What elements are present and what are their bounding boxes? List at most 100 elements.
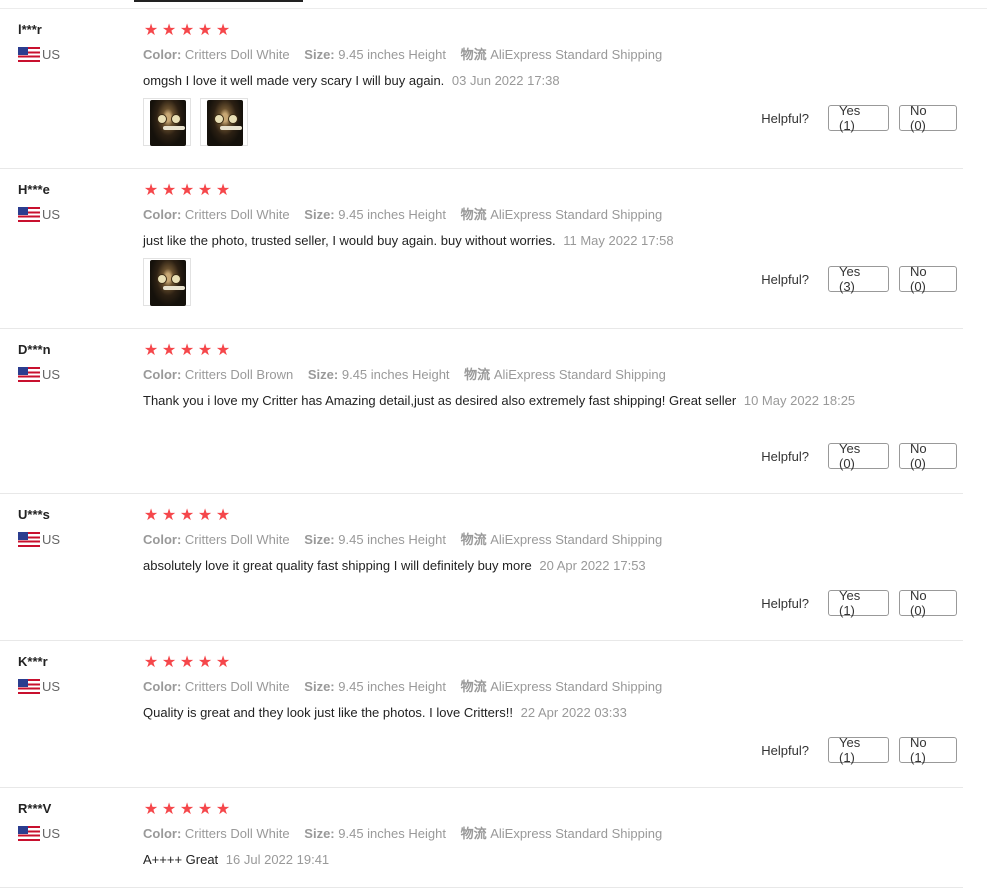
review-date: 22 Apr 2022 03:33 [520, 705, 627, 720]
color-label: Color: [143, 679, 182, 694]
star-rating: ★ ★ ★ ★ ★ [143, 23, 956, 39]
review-date: 03 Jun 2022 17:38 [451, 73, 560, 88]
reviewer-info: H***e US [18, 182, 60, 222]
review-content: ★ ★ ★ ★ ★ Color: Critters Doll White Size: 9… [143, 508, 956, 575]
country-code: US [42, 207, 61, 222]
rating-star-icon: ★ [215, 801, 231, 818]
size-value: 9.45 inches Height [338, 679, 446, 694]
helpful-label: Helpful? [761, 595, 809, 611]
review-text: Quality is great and they look just like… [143, 704, 863, 722]
color-value: Critters Doll White [184, 47, 290, 62]
color-label: Color: [143, 826, 182, 841]
size-label: Size: [307, 367, 339, 382]
review-list: l***r US ★ ★ ★ ★ ★ Color: Critters Doll Whit… [0, 9, 987, 888]
helpful-yes-button[interactable]: Yes (1) [828, 588, 889, 618]
reviewer-country: US [18, 207, 60, 222]
rating-star-icon: ★ [215, 22, 231, 39]
reviewer-name: D***n [18, 342, 51, 357]
helpful-no-button[interactable]: No (0) [899, 103, 957, 133]
rating-star-icon: ★ [143, 342, 159, 359]
rating-star-icon: ★ [179, 507, 195, 524]
color-label: Color: [143, 367, 182, 382]
review-photo-thumbnail[interactable] [143, 258, 191, 306]
star-rating: ★ ★ ★ ★ ★ [143, 508, 956, 524]
rating-star-icon: ★ [197, 507, 213, 524]
color-label: Color: [143, 207, 182, 222]
rating-star-icon: ★ [215, 507, 231, 524]
helpful-yes-button[interactable]: Yes (1) [828, 735, 889, 765]
size-label: Size: [304, 207, 335, 222]
rating-star-icon: ★ [215, 654, 231, 671]
review-photo-thumbnail[interactable] [200, 98, 248, 146]
helpful-no-button[interactable]: No (0) [899, 588, 957, 618]
review-photo-thumbnail[interactable] [143, 98, 191, 146]
star-rating: ★ ★ ★ ★ ★ [143, 343, 956, 359]
review-date: 16 Jul 2022 19:41 [225, 852, 330, 867]
critter-doll-image [207, 100, 243, 146]
reviewer-info: R***V US [18, 801, 60, 841]
review-body: just like the photo, trusted seller, I w… [143, 233, 556, 248]
reviewer-info: U***s US [18, 507, 60, 547]
size-value: 9.45 inches Height [338, 207, 446, 222]
us-flag-icon [18, 826, 40, 841]
review-date: 10 May 2022 18:25 [743, 393, 856, 408]
color-value: Critters Doll Brown [184, 367, 294, 382]
rating-star-icon: ★ [179, 801, 195, 818]
size-label: Size: [304, 826, 335, 841]
shipping-value: AliExpress Standard Shipping [493, 367, 666, 382]
color-label: Color: [143, 47, 182, 62]
review-item: H***e US ★ ★ ★ ★ ★ Color: Critters Doll Whit… [0, 169, 963, 329]
review-date: 20 Apr 2022 17:53 [539, 558, 646, 573]
review-body: absolutely love it great quality fast sh… [143, 558, 532, 573]
star-rating: ★ ★ ★ ★ ★ [143, 802, 956, 818]
size-value: 9.45 inches Height [338, 826, 446, 841]
color-value: Critters Doll White [184, 826, 290, 841]
size-value: 9.45 inches Height [341, 367, 450, 382]
product-attributes: Color: Critters Doll White Size: 9.45 in… [143, 679, 956, 695]
size-label: Size: [304, 532, 335, 547]
us-flag-icon [18, 679, 40, 694]
star-rating: ★ ★ ★ ★ ★ [143, 655, 956, 671]
color-value: Critters Doll White [184, 679, 290, 694]
country-code: US [42, 532, 61, 547]
helpful-no-button[interactable]: No (0) [899, 264, 957, 294]
feedback-row: Helpful? Yes (1) No (0) [761, 103, 957, 133]
shipping-value: AliExpress Standard Shipping [490, 532, 663, 547]
reviewer-country: US [18, 47, 60, 62]
reviewer-info: K***r US [18, 654, 60, 694]
review-body: Quality is great and they look just like… [143, 705, 513, 720]
helpful-yes-button[interactable]: Yes (1) [828, 103, 889, 133]
size-value: 9.45 inches Height [338, 47, 446, 62]
rating-star-icon: ★ [197, 182, 213, 199]
review-item: D***n US ★ ★ ★ ★ ★ Color: Critters Doll Brow… [0, 329, 963, 494]
review-text: just like the photo, trusted seller, I w… [143, 232, 863, 250]
shipping-label: 物流 [460, 532, 487, 547]
helpful-yes-button[interactable]: Yes (0) [828, 441, 889, 471]
helpful-no-button[interactable]: No (0) [899, 441, 957, 471]
rating-star-icon: ★ [143, 654, 159, 671]
reviewer-info: l***r US [18, 22, 60, 62]
rating-star-icon: ★ [143, 22, 159, 39]
rating-star-icon: ★ [161, 801, 177, 818]
rating-star-icon: ★ [197, 342, 213, 359]
reviewer-name: K***r [18, 654, 48, 669]
rating-star-icon: ★ [215, 342, 231, 359]
shipping-label: 物流 [464, 367, 491, 382]
rating-star-icon: ★ [179, 654, 195, 671]
country-code: US [42, 367, 61, 382]
helpful-label: Helpful? [761, 110, 809, 126]
helpful-yes-button[interactable]: Yes (3) [828, 264, 889, 294]
helpful-no-button[interactable]: No (1) [899, 735, 957, 765]
critter-doll-image [150, 100, 186, 146]
color-value: Critters Doll White [184, 532, 290, 547]
review-item: l***r US ★ ★ ★ ★ ★ Color: Critters Doll Whit… [0, 9, 963, 169]
rating-star-icon: ★ [161, 654, 177, 671]
reviewer-country: US [18, 826, 60, 841]
rating-star-icon: ★ [143, 182, 159, 199]
reviewer-info: D***n US [18, 342, 60, 382]
us-flag-icon [18, 532, 40, 547]
reviewer-name: U***s [18, 507, 50, 522]
reviewer-name: R***V [18, 801, 52, 816]
shipping-label: 物流 [460, 207, 487, 222]
shipping-label: 物流 [460, 679, 487, 694]
